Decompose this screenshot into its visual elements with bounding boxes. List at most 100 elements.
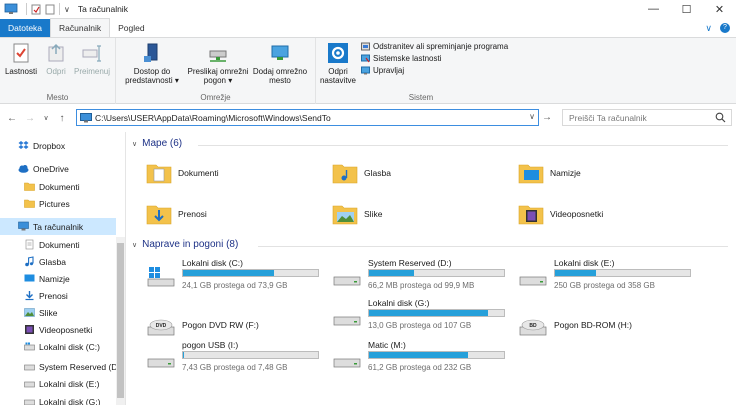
media-access-button[interactable]: Dostop do predstavnosti ▾ <box>120 42 184 85</box>
drive-icon <box>333 276 361 286</box>
uninstall-button[interactable]: Odstranitev ali spreminjanje programa <box>361 42 508 51</box>
drive-tile[interactable]: Matic (M:) 61,2 GB prostega od 232 GB <box>332 340 517 378</box>
sidebar-item-label: Lokalni disk (G:) <box>39 396 101 405</box>
chevron-down-icon[interactable]: ∨ <box>529 112 535 121</box>
media-access-label: Dostop do predstavnosti ▾ <box>125 67 179 85</box>
rename-icon <box>82 45 101 62</box>
new-folder-icon[interactable] <box>45 4 55 15</box>
pictures-icon <box>24 308 35 317</box>
drive-usage-fill <box>183 352 184 358</box>
folders-section-header[interactable]: ∨ Mape (6) <box>132 138 732 149</box>
map-drive-label: Preslikaj omrežni pogon ▾ <box>187 67 249 85</box>
bd-badge: BD <box>529 323 537 329</box>
rename-button[interactable]: Preimenuj <box>72 42 112 76</box>
open-settings-button[interactable]: Odpri nastavitve <box>318 42 358 85</box>
folder-desktop[interactable]: Namizje <box>518 160 581 186</box>
customize-toolbar-icon[interactable]: ∨ <box>64 5 70 14</box>
folder-pictures[interactable]: Slike <box>332 201 382 227</box>
separator <box>59 3 60 15</box>
system-properties-button[interactable]: Sistemske lastnosti <box>361 54 508 63</box>
sidebar-item-pictures[interactable]: Pictures <box>0 195 116 212</box>
sidebar-item-drive-e[interactable]: Lokalni disk (E:) <box>0 375 116 392</box>
computer-icon <box>80 112 92 122</box>
close-button[interactable]: ✕ <box>703 0 736 18</box>
folder-icon <box>24 182 35 191</box>
help-icon[interactable]: ? <box>720 23 730 33</box>
ribbon-controls: ∨ ? <box>705 23 730 34</box>
collapse-ribbon-icon[interactable]: ∨ <box>705 23 712 34</box>
manage-button[interactable]: Upravljaj <box>361 66 508 75</box>
chevron-down-icon[interactable]: ∨ <box>132 140 137 148</box>
add-network-location-button[interactable]: Dodaj omrežno mesto <box>250 42 310 85</box>
sidebar-item-desktop[interactable]: Namizje <box>0 270 116 287</box>
drive-tile[interactable]: Lokalni disk (G:) 13,0 GB prostega od 10… <box>332 298 517 336</box>
system-properties-icon <box>361 54 370 63</box>
up-arrow-icon[interactable]: ↑ <box>56 113 68 124</box>
sidebar-scrollbar[interactable] <box>116 237 125 405</box>
sidebar-item-label: Dokumenti <box>39 239 80 250</box>
drive-tile[interactable]: System Reserved (D:) 66,2 MB prostega od… <box>332 258 517 296</box>
properties-icon[interactable] <box>31 4 41 15</box>
sidebar-item-onedrive-documents[interactable]: Dokumenti <box>0 178 116 195</box>
check-properties-icon <box>13 43 29 63</box>
section-divider <box>198 145 728 146</box>
drive-usage-fill <box>369 270 415 276</box>
drive-usage-fill <box>183 270 274 276</box>
sidebar-item-label: Lokalni disk (C:) <box>39 341 100 352</box>
drive-tile[interactable]: Lokalni disk (C:) 24,1 GB prostega od 73… <box>146 258 331 296</box>
forward-arrow-icon[interactable]: → <box>24 113 36 124</box>
folder-documents[interactable]: Dokumenti <box>146 160 219 186</box>
recent-locations-icon[interactable]: ∨ <box>40 114 52 122</box>
folder-downloads[interactable]: Prenosi <box>146 201 207 227</box>
sidebar-item-documents[interactable]: Dokumenti <box>0 236 116 253</box>
group-network: Dostop do predstavnosti ▾ Preslikaj omre… <box>116 38 316 104</box>
sidebar-item-videos[interactable]: Videoposnetki <box>0 321 116 338</box>
folder-music[interactable]: Glasba <box>332 160 391 186</box>
folders-section-title: Mape (6) <box>142 138 183 149</box>
tab-file[interactable]: Datoteka <box>0 19 51 37</box>
drive-icon <box>333 316 361 326</box>
drive-tile[interactable]: pogon USB (I:) 7,43 GB prostega od 7,48 … <box>146 340 331 378</box>
bd-drive-icon: BD <box>519 319 547 336</box>
sidebar-item-drive-g[interactable]: Lokalni disk (G:) <box>0 393 116 405</box>
maximize-button[interactable]: ☐ <box>670 0 703 18</box>
drive-free-space: 24,1 GB prostega od 73,9 GB <box>182 281 288 290</box>
navigation-bar: ← → ∨ ↑ C:\Users\USER\AppData\Roaming\Mi… <box>0 106 736 130</box>
drives-section-header[interactable]: ∨ Naprave in pogoni (8) <box>132 239 732 250</box>
open-label: Odpri <box>46 67 66 76</box>
search-input[interactable]: Preišči Ta računalnik <box>562 109 732 126</box>
back-arrow-icon[interactable]: ← <box>6 113 18 124</box>
properties-button[interactable]: Lastnosti <box>4 42 38 76</box>
sidebar-item-onedrive[interactable]: OneDrive <box>0 160 116 177</box>
drive-tile[interactable]: BD Pogon BD-ROM (H:) <box>518 308 703 346</box>
drive-tile[interactable]: Lokalni disk (E:) 250 GB prostega od 358… <box>518 258 703 296</box>
sidebar-item-downloads[interactable]: Prenosi <box>0 287 116 304</box>
group-label-system: Sistem <box>408 93 434 102</box>
map-drive-button[interactable]: Preslikaj omrežni pogon ▾ <box>186 42 250 85</box>
folder-videos[interactable]: Videoposnetki <box>518 201 603 227</box>
drive-icon <box>24 364 35 371</box>
minimize-button[interactable]: — <box>637 0 670 18</box>
drive-usage-fill <box>555 270 596 276</box>
drive-free-space: 61,2 GB prostega od 232 GB <box>368 363 472 372</box>
chevron-down-icon[interactable]: ∨ <box>132 241 137 249</box>
window-title: Ta računalnik <box>77 4 128 14</box>
network-location-icon <box>271 45 289 60</box>
sidebar-item-music[interactable]: Glasba <box>0 253 116 270</box>
address-bar[interactable]: C:\Users\USER\AppData\Roaming\Microsoft\… <box>76 109 539 126</box>
manage-icon <box>361 66 370 75</box>
drive-name: System Reserved (D:) <box>368 258 452 268</box>
sidebar-item-this-pc[interactable]: Ta računalnik <box>0 218 116 235</box>
open-button[interactable]: Odpri <box>42 42 70 76</box>
sidebar-item-dropbox[interactable]: Dropbox <box>0 137 116 154</box>
sidebar-item-drive-c[interactable]: Lokalni disk (C:) <box>0 338 116 355</box>
sidebar-item-pictures-lib[interactable]: Slike <box>0 304 116 321</box>
documents-folder-icon <box>146 164 172 184</box>
separator <box>26 3 27 15</box>
sidebar-item-drive-d[interactable]: System Reserved (D:) <box>0 358 116 375</box>
tab-view[interactable]: Pogled <box>110 19 152 37</box>
drive-usage-fill <box>369 352 469 358</box>
tab-computer[interactable]: Računalnik <box>50 18 111 37</box>
scrollbar-thumb[interactable] <box>117 243 124 398</box>
go-arrow-icon[interactable]: → <box>542 112 552 123</box>
